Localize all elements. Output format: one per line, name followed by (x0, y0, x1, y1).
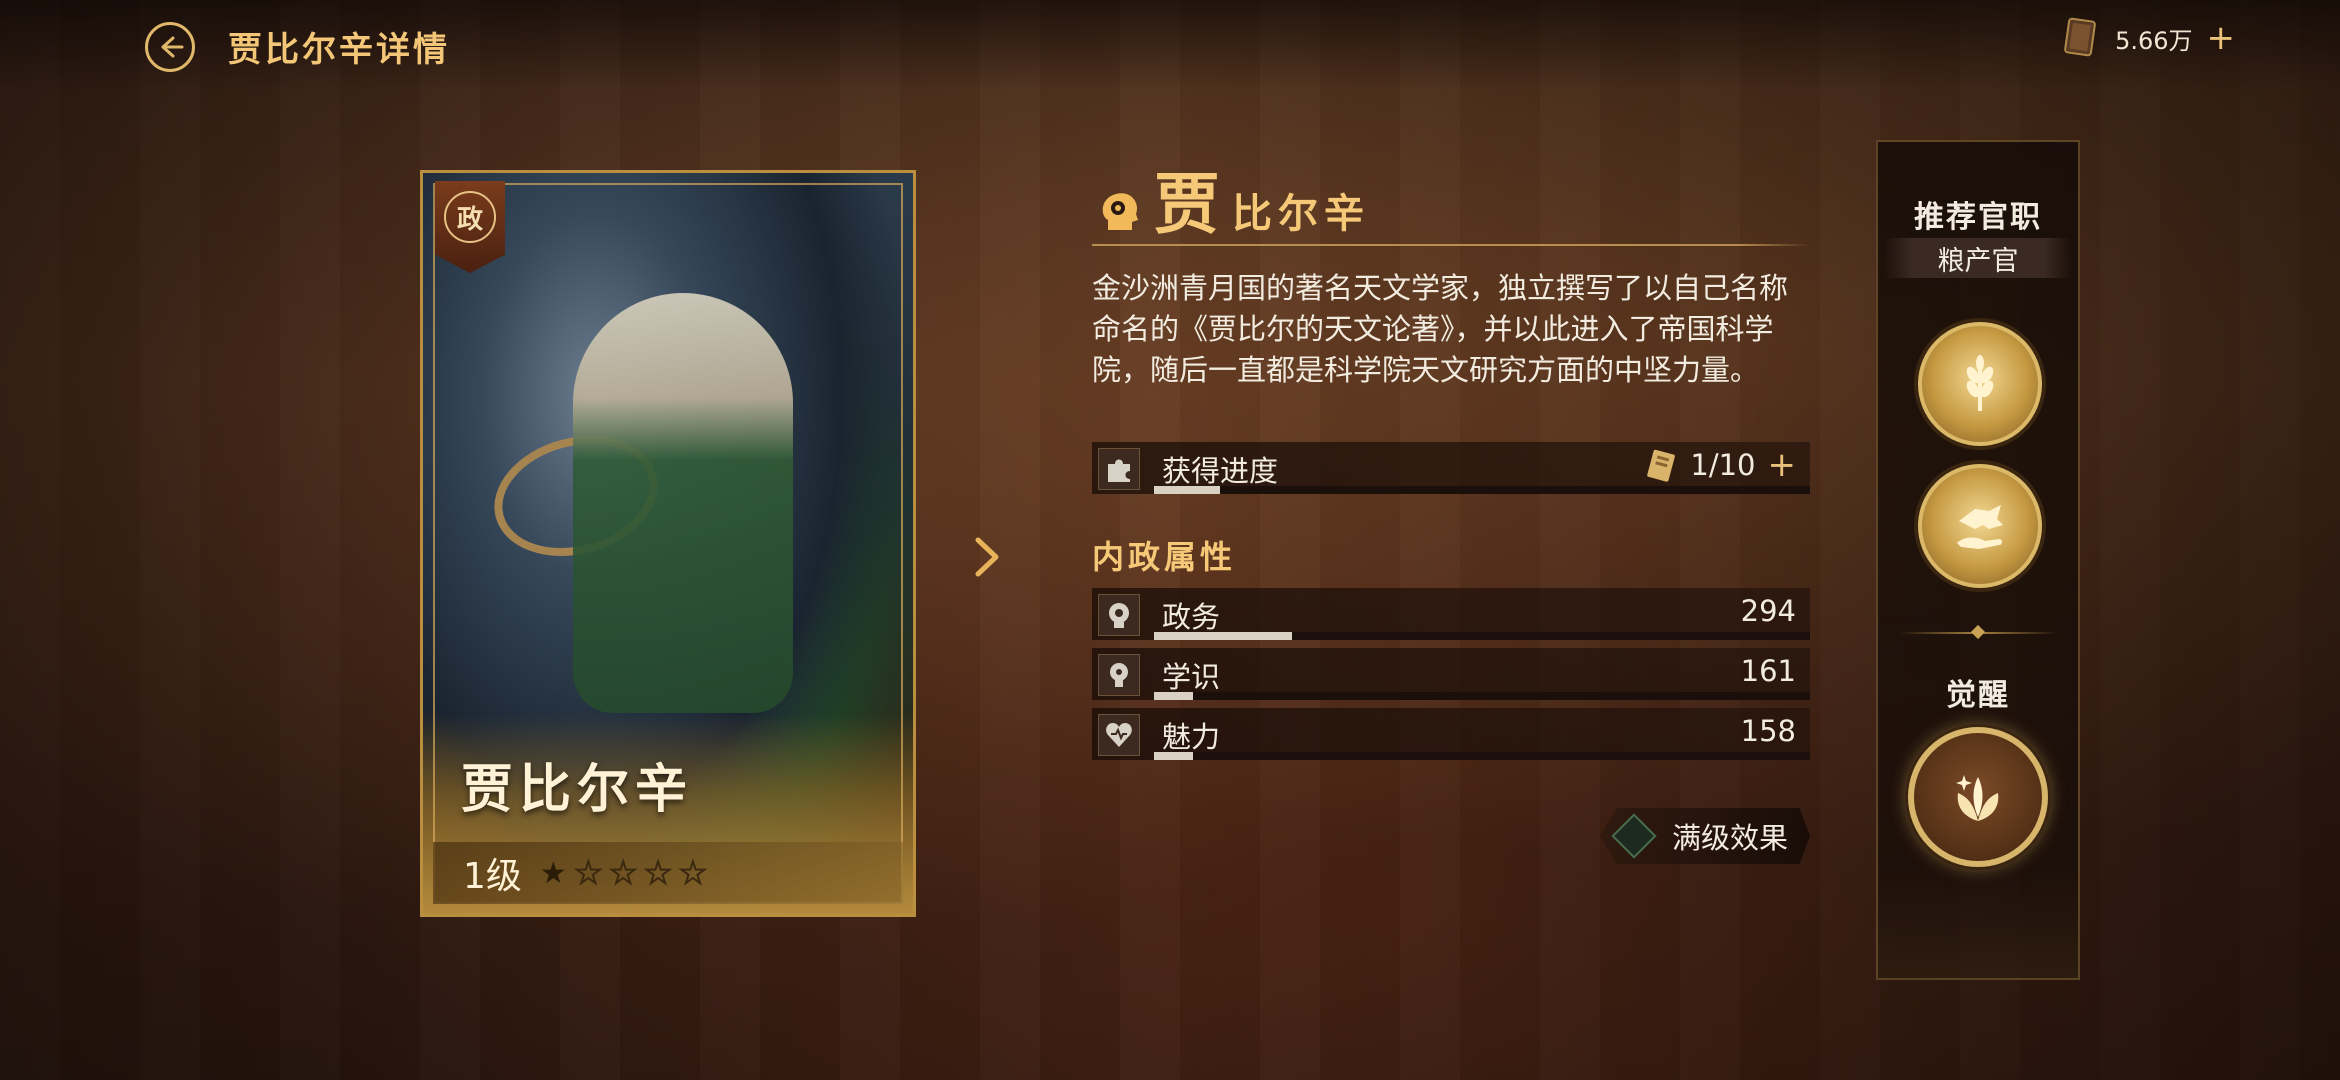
office-tag: 粮产官 (1884, 238, 2072, 278)
progress-label: 获得进度 (1162, 454, 1279, 488)
brain-gear-icon (1098, 594, 1140, 636)
attribute-row-governance: 政务 294 (1092, 588, 1810, 640)
attribute-fill (1154, 752, 1194, 760)
progress-value: 1/10 (1690, 448, 1756, 482)
hero-name-first: 贾 (1154, 166, 1220, 243)
attribute-value: 161 (1740, 654, 1796, 688)
scroll-icon (1647, 449, 1676, 482)
hero-name-rest: 比尔辛 (1232, 191, 1370, 237)
attribute-label: 魅力 (1162, 720, 1221, 754)
card-hero-name: 贾比尔辛 (461, 760, 694, 820)
recommend-office-title: 推荐官职 (1914, 200, 2042, 235)
star-empty-icon: ★ (574, 855, 603, 892)
attribute-label: 学识 (1162, 660, 1221, 694)
beast-hand-button[interactable] (1918, 464, 2042, 588)
star-filled-icon: ★ (539, 855, 567, 891)
attribute-row-knowledge: 学识 161 (1092, 648, 1810, 700)
type-badge: 政 (435, 181, 505, 273)
chevron-right-icon[interactable] (966, 532, 1006, 582)
hero-header: 贾 比尔辛 (1094, 172, 1370, 238)
puzzle-icon (1098, 448, 1140, 490)
side-panel: 推荐官职 粮产官 觉醒 (1876, 140, 2080, 980)
acquire-progress-row[interactable]: 获得进度 1/10 + (1092, 442, 1810, 494)
hero-figure (573, 293, 793, 713)
arrow-left-icon (161, 36, 184, 58)
type-badge-label: 政 (444, 191, 496, 243)
attribute-label: 政务 (1162, 600, 1221, 634)
progress-fill (1154, 486, 1220, 494)
page-title: 贾比尔辛详情 (228, 30, 450, 70)
awaken-button[interactable] (1908, 727, 2048, 867)
currency-add-button[interactable]: + (2207, 21, 2236, 55)
max-level-effect-button[interactable]: 满级效果 (1600, 808, 1810, 864)
star-empty-icon: ★ (679, 855, 708, 892)
attribute-value: 158 (1740, 714, 1796, 748)
wolf-hand-icon (1957, 505, 2003, 549)
panel-ornament (1878, 868, 2078, 978)
card-level-row: 1级 ★ ★ ★ ★ ★ (433, 842, 903, 904)
max-effect-label: 满级效果 (1672, 821, 1789, 855)
grain-office-button[interactable] (1918, 322, 2042, 446)
hero-description: 金沙洲青月国的著名天文学家，独立撰写了以自己名称命名的《贾比尔的天文论著》，并以… (1092, 271, 1789, 387)
attribute-fill (1154, 692, 1194, 700)
panel-divider (1898, 632, 2058, 634)
currency-display[interactable]: 5.66万 + (2051, 14, 2245, 62)
diamond-icon (1611, 813, 1657, 859)
attribute-row-charm: 魅力 158 (1092, 708, 1810, 760)
star-empty-icon: ★ (609, 855, 638, 892)
book-icon (2064, 17, 2096, 57)
card-level: 1级 (463, 856, 522, 897)
attribute-value: 294 (1740, 594, 1796, 628)
progress-add-button[interactable]: + (1768, 448, 1797, 482)
awaken-leaf-icon (1956, 775, 1999, 821)
header-divider (1092, 244, 1810, 246)
back-button[interactable] (145, 22, 195, 72)
lightbulb-icon (1098, 654, 1140, 696)
attribute-fill (1154, 632, 1292, 640)
wheat-icon (1966, 355, 1994, 411)
awaken-title: 觉醒 (1946, 678, 2010, 713)
star-empty-icon: ★ (644, 855, 673, 892)
attributes-title: 内政属性 (1092, 538, 1237, 576)
currency-value: 5.66万 (2115, 26, 2193, 55)
star-rating: ★ ★ ★ ★ ★ (539, 855, 708, 892)
head-gear-icon (1102, 193, 1138, 230)
heart-icon (1098, 714, 1140, 756)
hero-card: 政 贾比尔辛 1级 ★ ★ ★ ★ ★ (420, 170, 916, 917)
